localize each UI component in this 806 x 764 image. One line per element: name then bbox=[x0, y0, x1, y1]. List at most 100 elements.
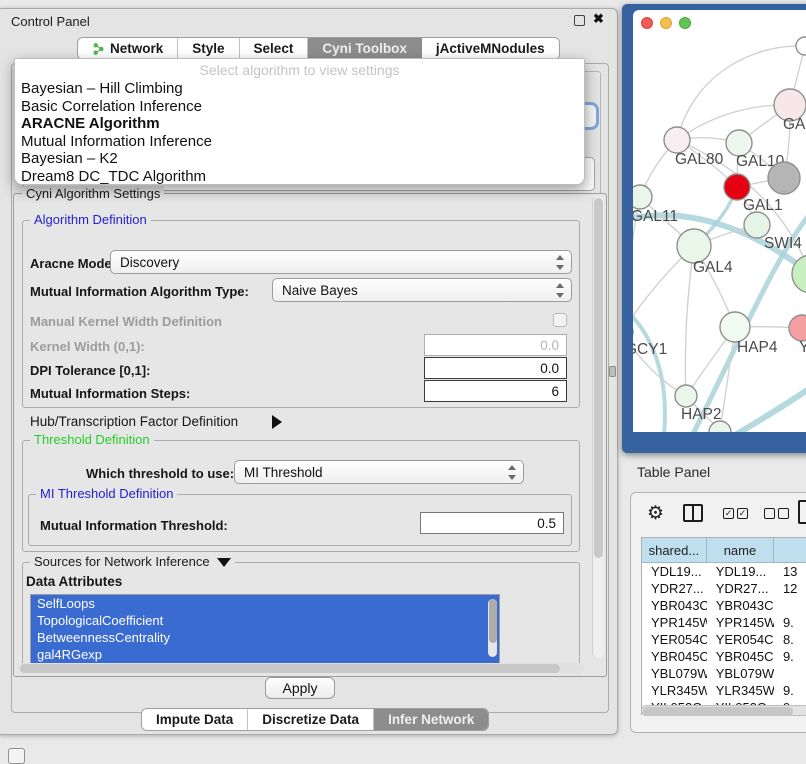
node-table[interactable]: shared...name YDL19...YDL19...13YDR27...… bbox=[641, 537, 806, 715]
algorithm-popup-item[interactable]: Bayesian – Hill Climbing bbox=[15, 80, 584, 98]
algorithm-popup-item[interactable]: Basic Correlation Inference bbox=[15, 98, 584, 116]
table-cell bbox=[774, 597, 806, 614]
desktop: Control Panel ✖ Network Style Select Cyn… bbox=[0, 0, 806, 762]
table-horizontal-scrollbar[interactable] bbox=[641, 705, 806, 716]
table-cell: YDR27... bbox=[707, 580, 774, 597]
combo-stepper-icon bbox=[555, 283, 564, 298]
attributes-scrollbar[interactable] bbox=[488, 599, 497, 657]
control-panel-titlebar[interactable]: Control Panel ✖ bbox=[0, 9, 617, 33]
mi-threshold-definition-title: MI Threshold Definition bbox=[36, 486, 177, 501]
network-view-window[interactable]: GALGAL80GAL10GAL1GAL11SWI4GAL4GCY1HAP4YH… bbox=[622, 4, 806, 453]
network-node[interactable] bbox=[677, 229, 711, 263]
mi-threshold-input[interactable]: 0.5 bbox=[420, 512, 564, 534]
select-all-icon[interactable]: ✓✓ bbox=[723, 508, 748, 519]
data-attributes-list[interactable]: SelfLoopsTopologicalCoefficientBetweenne… bbox=[30, 594, 500, 664]
algorithm-popup-item[interactable]: Mutual Information Inference bbox=[15, 133, 584, 151]
dpi-tolerance-input[interactable]: 0.0 bbox=[424, 357, 567, 379]
table-row[interactable]: YBR043CYBR043C bbox=[642, 597, 806, 614]
table-row[interactable]: YDR27...YDR27...12 bbox=[642, 580, 806, 597]
table-cell bbox=[774, 665, 806, 682]
tab-jactivemnodules[interactable]: jActiveMNodules bbox=[422, 38, 559, 59]
table-cell: YDL19... bbox=[642, 563, 707, 580]
mi-algorithm-type-combobox[interactable]: Naive Bayes bbox=[272, 278, 572, 302]
threshold-definition-title: Threshold Definition bbox=[30, 432, 154, 447]
table-column-header[interactable]: shared... bbox=[642, 538, 707, 562]
tab-cyni-toolbox[interactable]: Cyni Toolbox bbox=[308, 38, 422, 59]
apply-button[interactable]: Apply bbox=[265, 677, 335, 699]
table-cell: YBL079W bbox=[707, 665, 774, 682]
network-node[interactable] bbox=[720, 312, 750, 342]
table-header-row: shared...name bbox=[642, 538, 806, 563]
table-cell: YDR27... bbox=[642, 580, 707, 597]
network-canvas[interactable]: GALGAL80GAL10GAL1GAL11SWI4GAL4GCY1HAP4YH… bbox=[633, 34, 806, 432]
tab-network[interactable]: Network bbox=[78, 38, 178, 59]
table-row[interactable]: YPR145WYPR145W9. bbox=[642, 614, 806, 631]
settings-vscroll-thumb[interactable] bbox=[594, 198, 603, 558]
network-edge[interactable] bbox=[633, 294, 665, 432]
hub-definition-label: Hub/Transcription Factor Definition bbox=[30, 414, 238, 429]
hub-expand-arrow-icon[interactable] bbox=[272, 413, 282, 431]
network-node-label: GCY1 bbox=[633, 341, 667, 358]
table-cell: 9. bbox=[774, 614, 806, 631]
tab-select[interactable]: Select bbox=[240, 38, 309, 59]
table-column-header[interactable]: name bbox=[707, 538, 774, 562]
sources-collapse-arrow-icon[interactable] bbox=[217, 554, 231, 569]
data-attribute-item[interactable]: BetweennessCentrality bbox=[31, 629, 499, 646]
table-row[interactable]: YBR045CYBR045C9. bbox=[642, 648, 806, 665]
network-node[interactable] bbox=[633, 185, 652, 209]
network-node-label: Y bbox=[799, 339, 806, 356]
algorithm-dropdown-popup: Select algorithm to view settings Bayesi… bbox=[14, 58, 585, 185]
manual-kernel-width-checkbox[interactable] bbox=[553, 313, 567, 327]
data-attribute-item[interactable]: gal4RGexp bbox=[31, 646, 499, 663]
network-node[interactable] bbox=[768, 162, 800, 194]
tab-discretize-data[interactable]: Discretize Data bbox=[248, 709, 374, 730]
table-row[interactable]: YER054CYER054C8. bbox=[642, 631, 806, 648]
close-light-icon[interactable] bbox=[641, 17, 653, 29]
which-threshold-combobox[interactable]: MI Threshold bbox=[234, 460, 524, 484]
close-window-icon[interactable]: ✖ bbox=[593, 11, 604, 27]
settings-horizontal-scrollbar[interactable] bbox=[18, 663, 584, 673]
settings-vertical-scrollbar[interactable] bbox=[592, 196, 604, 658]
algorithm-popup-item[interactable]: ARACNE Algorithm bbox=[15, 115, 584, 133]
network-node[interactable] bbox=[664, 127, 690, 153]
aracne-mode-combobox[interactable]: Discovery bbox=[110, 250, 572, 274]
tab-style[interactable]: Style bbox=[178, 38, 239, 59]
kernel-width-input[interactable]: 0.0 bbox=[424, 334, 567, 356]
table-row[interactable]: YBL079WYBL079W bbox=[642, 665, 806, 682]
network-node[interactable] bbox=[789, 315, 806, 341]
algorithm-popup-item[interactable]: Dream8 DC_TDC Algorithm bbox=[15, 168, 584, 186]
algorithm-popup-item[interactable]: Bayesian – K2 bbox=[15, 150, 584, 168]
table-cell: YPR145W bbox=[642, 614, 707, 631]
table-row[interactable]: YDL19...YDL19...13 bbox=[642, 563, 806, 580]
network-node-label: GAL80 bbox=[675, 151, 724, 168]
data-attributes-label: Data Attributes bbox=[26, 574, 122, 589]
column-view-icon[interactable] bbox=[683, 504, 703, 522]
splitpane-grip[interactable] bbox=[609, 366, 616, 377]
attributes-scrollbar-thumb[interactable] bbox=[489, 599, 497, 643]
mi-steps-input[interactable]: 6 bbox=[424, 380, 567, 402]
network-node[interactable] bbox=[796, 37, 806, 55]
table-row[interactable]: YLR345WYLR345W9. bbox=[642, 682, 806, 699]
float-window-icon[interactable] bbox=[574, 15, 585, 26]
combo-stepper-icon bbox=[507, 465, 516, 480]
tab-infer-network[interactable]: Infer Network bbox=[374, 709, 488, 730]
settings-hscroll-thumb[interactable] bbox=[20, 664, 560, 673]
gear-icon[interactable]: ⚙ bbox=[647, 502, 664, 525]
deselect-all-icon[interactable] bbox=[764, 508, 789, 519]
bottom-tabbar: Impute Data Discretize Data Infer Networ… bbox=[141, 708, 489, 731]
dpi-tolerance-label: DPI Tolerance [0,1]: bbox=[30, 363, 150, 378]
mi-algorithm-type-label: Mutual Information Algorithm Type: bbox=[30, 284, 249, 299]
table-cell: YER054C bbox=[642, 631, 707, 648]
combo-stepper-icon bbox=[555, 255, 564, 270]
network-node[interactable] bbox=[675, 385, 697, 407]
data-attribute-item[interactable]: SelfLoops bbox=[31, 595, 499, 612]
data-attribute-item[interactable]: TopologicalCoefficient bbox=[31, 612, 499, 629]
zoom-light-icon[interactable] bbox=[679, 17, 691, 29]
table-cell: YBR043C bbox=[707, 597, 774, 614]
table-hscroll-thumb[interactable] bbox=[643, 707, 793, 716]
table-column-header[interactable] bbox=[774, 538, 806, 562]
tab-impute-data[interactable]: Impute Data bbox=[142, 709, 248, 730]
minimize-light-icon[interactable] bbox=[660, 17, 672, 29]
file-icon[interactable] bbox=[798, 500, 806, 524]
control-panel-tabbar: Network Style Select Cyni Toolbox jActiv… bbox=[77, 37, 560, 60]
